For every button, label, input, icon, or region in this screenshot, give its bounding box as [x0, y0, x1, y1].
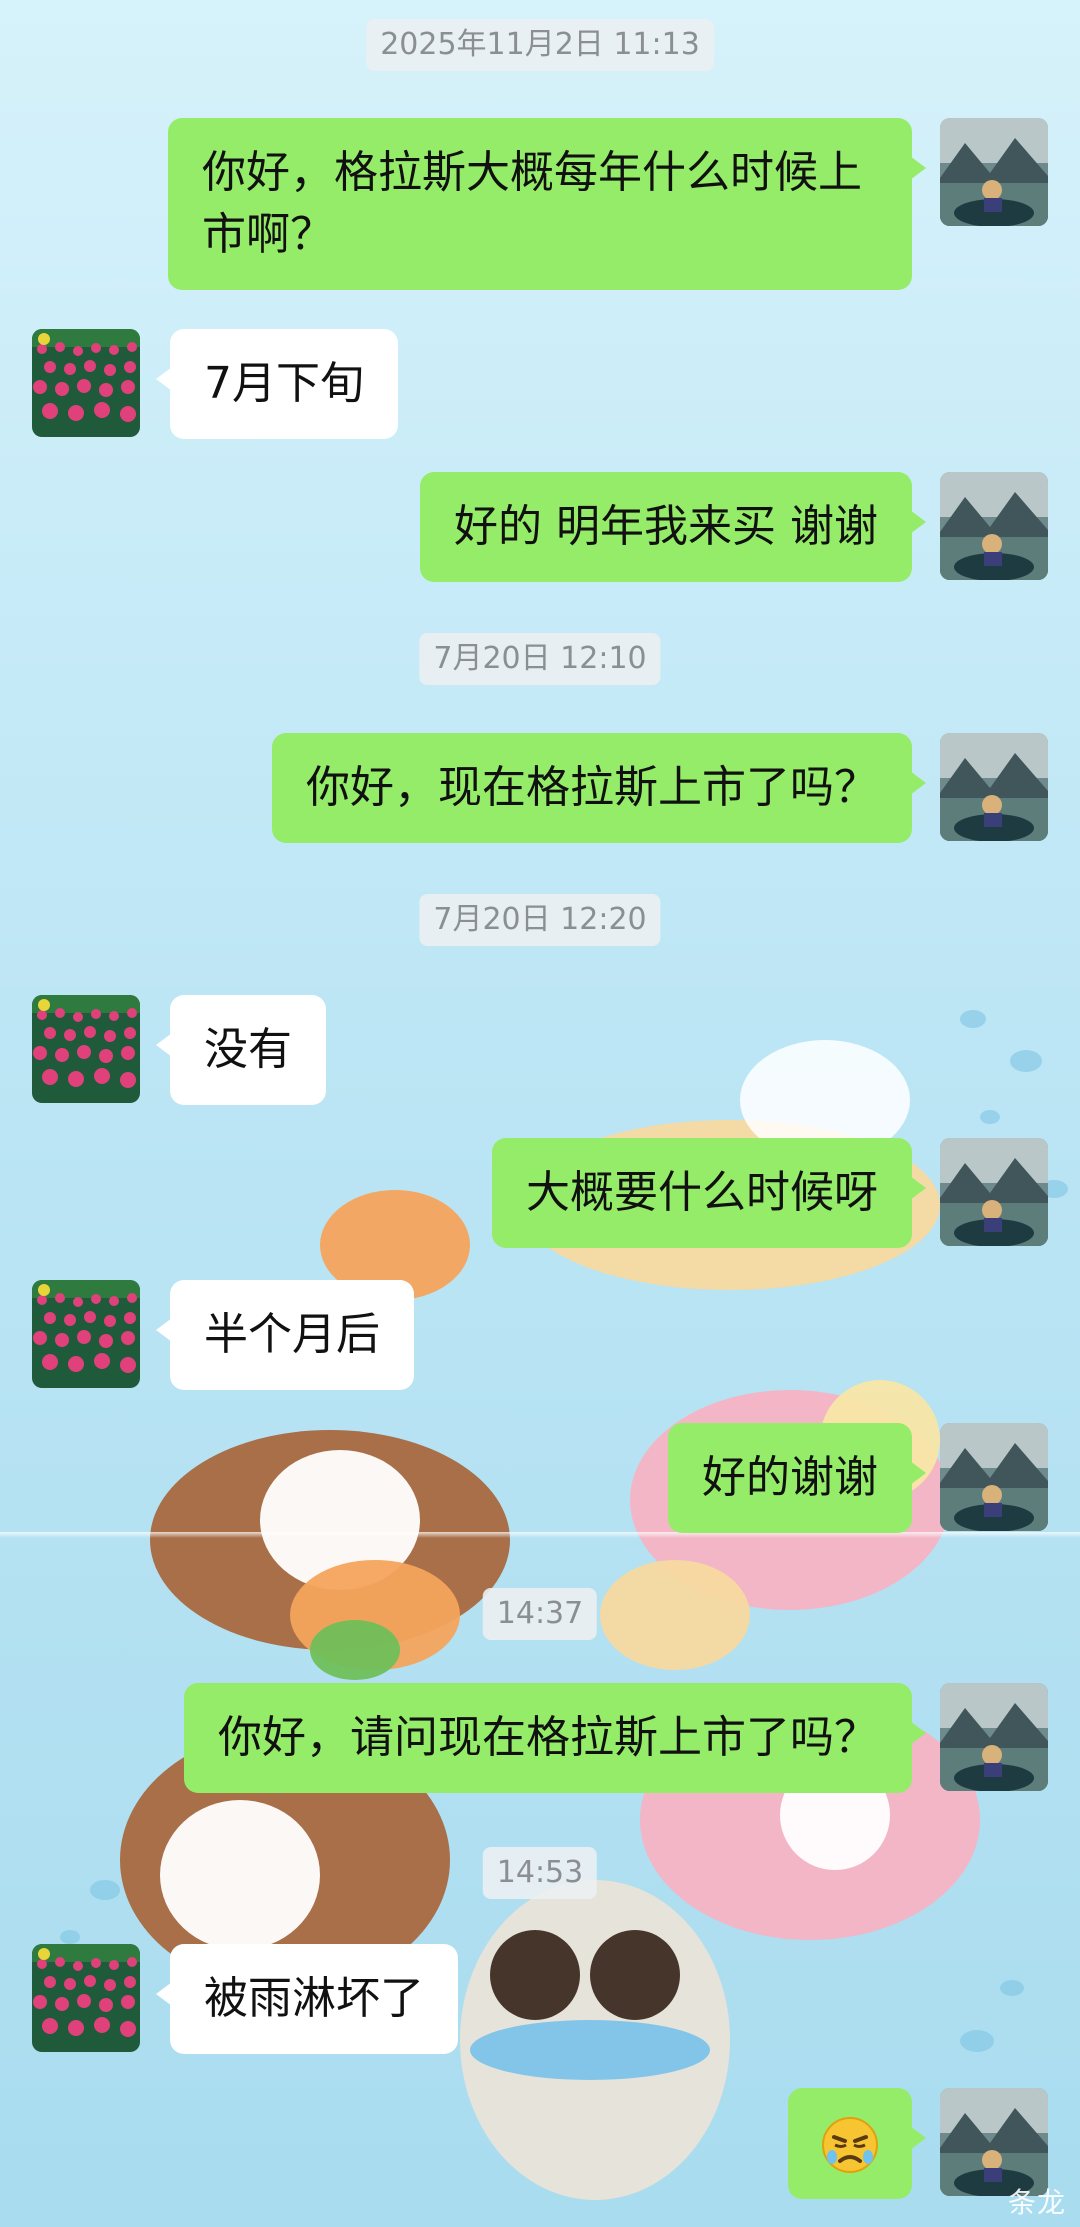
screenshot-seam	[0, 1532, 1080, 1538]
my-avatar[interactable]	[940, 2088, 1048, 2196]
message-bubble-received[interactable]: 半个月后	[156, 1280, 414, 1390]
message-bubble-sent[interactable]: 好的谢谢	[668, 1423, 926, 1533]
message-bubble-sent[interactable]: 大概要什么时候呀	[492, 1138, 926, 1248]
mountain-lake-boat-avatar-icon	[940, 2088, 1048, 2196]
mountain-lake-boat-avatar-icon	[940, 1138, 1048, 1246]
timestamp: 14:37	[482, 1588, 598, 1640]
contact-avatar[interactable]	[32, 995, 140, 1103]
message-bubble-sent[interactable]: 好的 明年我来买 谢谢	[420, 472, 926, 582]
contact-avatar[interactable]	[32, 329, 140, 437]
timestamp: 7月20日 12:10	[419, 633, 661, 685]
mountain-lake-boat-avatar-icon	[940, 472, 1048, 580]
tulip-field-avatar-icon	[32, 995, 140, 1103]
my-avatar[interactable]	[940, 733, 1048, 841]
contact-avatar[interactable]	[32, 1280, 140, 1388]
my-avatar[interactable]	[940, 1423, 1048, 1531]
message-bubble-sent[interactable]: 你好，请问现在格拉斯上市了吗？	[184, 1683, 926, 1793]
timestamp: 2025年11月2日 11:13	[366, 19, 714, 71]
mountain-lake-boat-avatar-icon	[940, 1423, 1048, 1531]
message-bubble-received[interactable]: 7月下旬	[156, 329, 398, 439]
contact-avatar[interactable]	[32, 1944, 140, 2052]
message-bubble-sent[interactable]	[788, 2088, 926, 2199]
tulip-field-avatar-icon	[32, 1944, 140, 2052]
tulip-field-avatar-icon	[32, 1280, 140, 1388]
watermark-text: 条龙	[1007, 2186, 1066, 2219]
mountain-lake-boat-avatar-icon	[940, 1683, 1048, 1791]
message-bubble-received[interactable]: 没有	[156, 995, 326, 1105]
my-avatar[interactable]	[940, 1683, 1048, 1791]
my-avatar[interactable]	[940, 118, 1048, 226]
message-bubble-sent[interactable]: 你好，格拉斯大概每年什么时候上市啊？	[168, 118, 926, 290]
mountain-lake-boat-avatar-icon	[940, 118, 1048, 226]
timestamp: 7月20日 12:20	[419, 894, 661, 946]
my-avatar[interactable]	[940, 472, 1048, 580]
tulip-field-avatar-icon	[32, 329, 140, 437]
crying-face-emoji-icon	[820, 2115, 880, 2175]
my-avatar[interactable]	[940, 1138, 1048, 1246]
timestamp: 14:53	[482, 1847, 598, 1899]
message-bubble-sent[interactable]: 你好，现在格拉斯上市了吗？	[272, 733, 926, 843]
message-bubble-received[interactable]: 被雨淋坏了	[156, 1944, 458, 2054]
mountain-lake-boat-avatar-icon	[940, 733, 1048, 841]
